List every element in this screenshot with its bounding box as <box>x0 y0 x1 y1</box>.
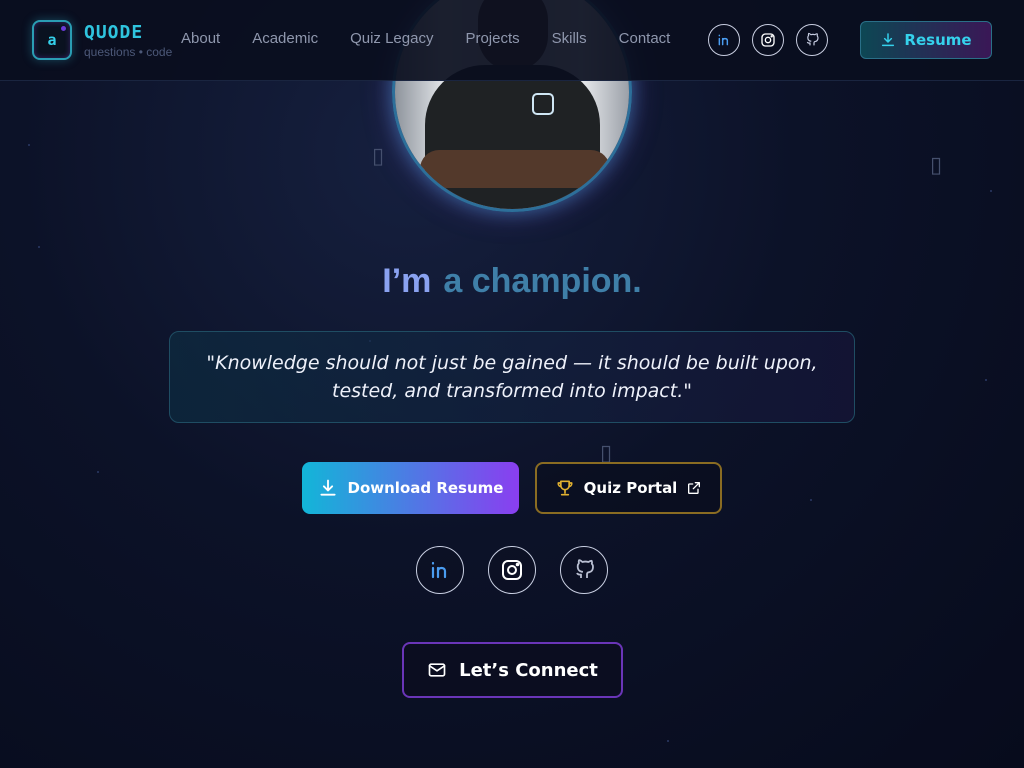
bg-star <box>810 499 812 501</box>
brand-name[interactable]: QUODE <box>84 22 143 43</box>
floating-glyph: ▯ <box>372 144 385 169</box>
resume-button[interactable]: Resume <box>860 21 992 59</box>
bg-star <box>667 740 669 742</box>
bg-star <box>28 144 30 146</box>
instagram-icon <box>761 33 775 47</box>
headline-prefix: I’m <box>382 262 432 300</box>
nav-quiz-legacy[interactable]: Quiz Legacy <box>350 30 433 47</box>
github-icon <box>576 559 594 578</box>
nav-skills[interactable]: Skills <box>552 30 587 47</box>
trophy-icon <box>557 480 573 496</box>
logo[interactable]: a <box>32 20 72 60</box>
lets-connect-label: Let’s Connect <box>459 659 598 681</box>
hero-headline: I’m a champion. <box>0 262 1024 301</box>
nav-contact[interactable]: Contact <box>619 30 671 47</box>
header-linkedin-button[interactable] <box>708 24 740 56</box>
header-instagram-button[interactable] <box>752 24 784 56</box>
nav-projects[interactable]: Projects <box>465 30 519 47</box>
shirt-logo-icon <box>532 93 554 115</box>
avatar-shirt <box>425 65 600 209</box>
header-github-button[interactable] <box>796 24 828 56</box>
mail-icon <box>428 663 446 677</box>
lets-connect-button[interactable]: Let’s Connect <box>402 642 623 698</box>
external-link-icon <box>688 482 701 494</box>
resume-button-label: Resume <box>904 31 972 49</box>
github-link[interactable] <box>560 546 608 594</box>
quote-text: "Knowledge should not just be gained — i… <box>206 352 818 402</box>
github-icon <box>806 32 819 46</box>
quiz-portal-label: Quiz Portal <box>583 479 678 497</box>
instagram-icon <box>502 560 522 580</box>
download-icon <box>882 33 895 47</box>
floating-glyph: ▯ <box>930 153 943 178</box>
bg-star <box>990 190 992 192</box>
main-nav: About Academic Quiz Legacy Projects Skil… <box>181 30 702 47</box>
avatar-arms <box>420 150 610 188</box>
brand-tagline: questions • code <box>84 45 173 59</box>
download-icon <box>319 479 336 496</box>
download-resume-label: Download Resume <box>347 479 504 497</box>
site-header: a QUODE questions • code About Academic … <box>0 0 1024 81</box>
download-resume-button[interactable]: Download Resume <box>302 462 519 514</box>
nav-academic[interactable]: Academic <box>252 30 318 47</box>
nav-about[interactable]: About <box>181 30 220 47</box>
bg-star <box>985 379 987 381</box>
bg-star <box>38 246 40 248</box>
bg-star <box>97 471 99 473</box>
linkedin-link[interactable] <box>416 546 464 594</box>
instagram-link[interactable] <box>488 546 536 594</box>
linkedin-icon <box>431 561 447 579</box>
linkedin-icon <box>718 34 729 46</box>
logo-dot <box>61 26 66 31</box>
quote-card: "Knowledge should not just be gained — i… <box>169 331 855 423</box>
headline-rotating-word: a champion. <box>443 262 642 300</box>
quiz-portal-button[interactable]: Quiz Portal <box>535 462 722 514</box>
